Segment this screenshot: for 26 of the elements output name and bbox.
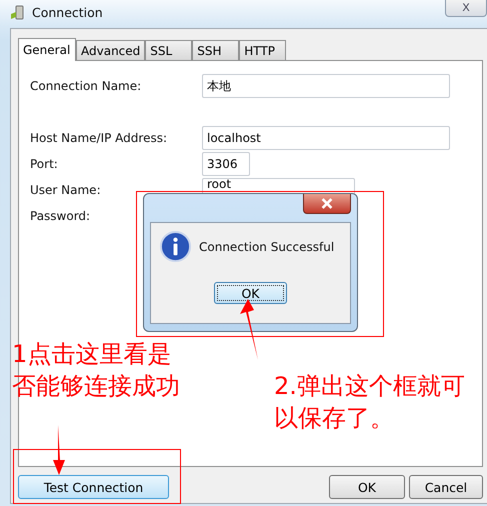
input-field[interactable]: 本地 [202, 74, 450, 98]
annotation-text: 2.弹出这个框就可以保存了。 [274, 371, 466, 434]
close-button[interactable]: X [445, 0, 487, 17]
field-label: Connection Name: [30, 79, 142, 93]
field-label: Port: [30, 157, 59, 171]
tab[interactable]: Advanced [76, 40, 146, 60]
database-icon [10, 4, 26, 20]
test-connection-button[interactable]: Test Connection [18, 475, 169, 499]
dialog-message: Connection Successful [199, 240, 334, 254]
field-label: Host Name/IP Address: [30, 131, 168, 145]
tab[interactable]: SSH [192, 40, 240, 60]
field-label: User Name: [30, 183, 102, 197]
tab[interactable]: HTTP [239, 40, 286, 60]
close-icon [320, 198, 334, 209]
tab[interactable]: SSL [145, 40, 192, 60]
annotation-text: 1点击这里看是否能够连接成功 [12, 339, 181, 402]
ok-button[interactable]: OK [214, 282, 287, 304]
info-icon [160, 231, 191, 262]
cancel-button[interactable]: Cancel [409, 475, 483, 499]
field-label: Password: [30, 209, 92, 223]
input-field[interactable]: localhost [202, 126, 450, 150]
input-field[interactable]: 3306 [202, 152, 250, 176]
window-title: Connection [32, 5, 103, 20]
ok-button[interactable]: OK [329, 475, 405, 499]
close-button[interactable] [303, 194, 351, 214]
tab[interactable]: General [18, 38, 76, 61]
